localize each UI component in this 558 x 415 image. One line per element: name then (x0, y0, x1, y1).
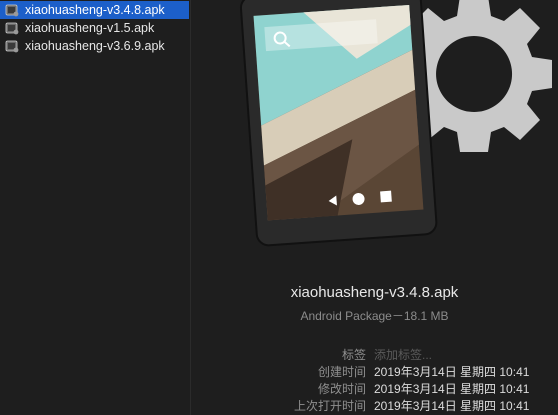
created-value: 2019年3月14日 星期四 10:41 (374, 365, 530, 379)
apk-file-icon (5, 40, 19, 53)
file-row[interactable]: xiaohuasheng-v1.5.apk (0, 19, 189, 37)
last-opened-label: 上次打开时间 (293, 399, 366, 413)
modified-row: 修改时间 2019年3月14日 星期四 10:41 (191, 380, 558, 397)
file-subtitle: Android Package－18.1 MB (300, 309, 449, 323)
tags-input[interactable]: 添加标签... (374, 346, 432, 363)
created-label: 创建时间 (317, 365, 366, 379)
tags-label: 标签 (341, 348, 366, 362)
modified-label: 修改时间 (317, 382, 366, 396)
modified-value: 2019年3月14日 星期四 10:41 (374, 382, 530, 396)
apk-file-icon (5, 22, 19, 35)
file-row-selected[interactable]: xiaohuasheng-v3.4.8.apk (0, 1, 189, 19)
apk-document-icon (239, 0, 552, 247)
file-name: xiaohuasheng-v3.4.8.apk (25, 3, 165, 17)
created-row: 创建时间 2019年3月14日 星期四 10:41 (191, 363, 558, 380)
last-opened-row: 上次打开时间 2019年3月14日 星期四 10:41 (191, 397, 558, 414)
file-title: xiaohuasheng-v3.4.8.apk (290, 284, 459, 301)
apk-file-icon (5, 4, 19, 17)
file-row[interactable]: xiaohuasheng-v3.6.9.apk (0, 37, 189, 55)
last-opened-value: 2019年3月14日 星期四 10:41 (374, 399, 530, 413)
file-name: xiaohuasheng-v1.5.apk (25, 21, 155, 35)
tags-row: 标签 添加标签... (191, 346, 558, 363)
file-list: xiaohuasheng-v3.4.8.apk xiaohuasheng-v1.… (0, 0, 191, 415)
file-name: xiaohuasheng-v3.6.9.apk (25, 39, 165, 53)
